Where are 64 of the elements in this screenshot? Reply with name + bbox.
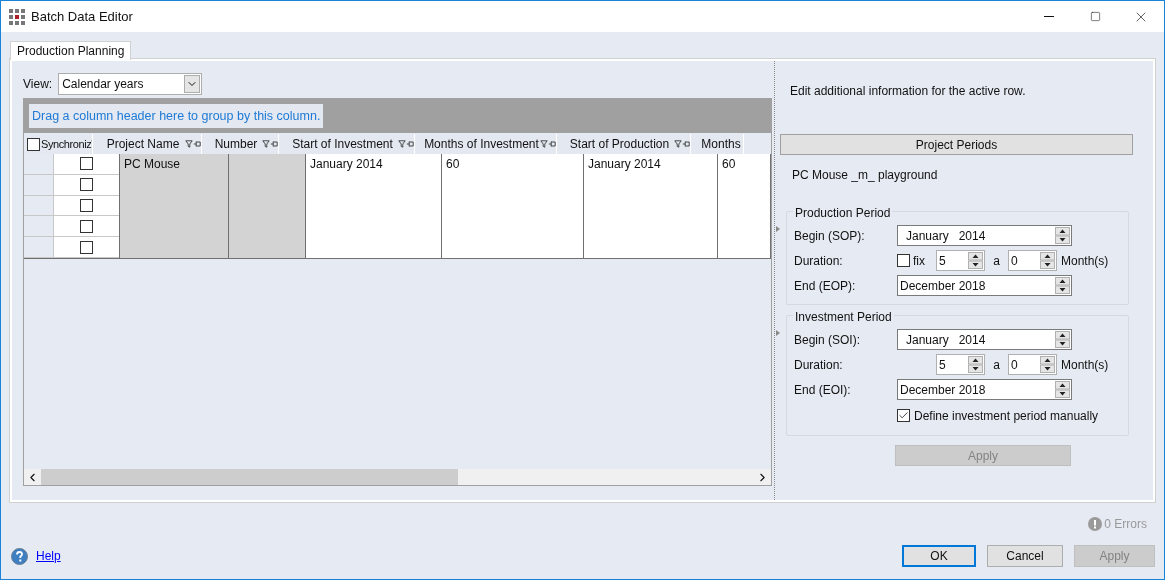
date-spin-field[interactable]: January 2014 <box>897 329 1072 350</box>
spin-arrows-icon[interactable] <box>1055 381 1070 398</box>
minimize-icon <box>1044 16 1054 17</box>
project-label: PC Mouse _m_ playground <box>792 167 939 184</box>
unit-label: Month(s) <box>1061 252 1109 270</box>
view-label: View: <box>23 76 53 93</box>
unit-label: a <box>992 252 1001 270</box>
spin-arrows-icon[interactable] <box>1040 252 1055 269</box>
checkbox[interactable] <box>80 157 94 171</box>
filter-pin-icon[interactable] <box>674 139 690 149</box>
checkbox[interactable] <box>80 219 94 233</box>
error-icon <box>1088 517 1103 531</box>
spin-arrows-icon[interactable] <box>1040 356 1055 373</box>
maximize-icon <box>1089 11 1101 22</box>
date-spin-field[interactable]: December 2018 <box>897 379 1072 400</box>
checkbox-label: Define investment period manually <box>914 407 1099 425</box>
number-spin-field[interactable]: 5 <box>936 354 985 375</box>
dialog-button[interactable]: OK <box>902 545 976 567</box>
select-all-checkbox[interactable] <box>27 137 40 151</box>
spin-arrows-icon[interactable] <box>968 356 983 373</box>
field-label: Duration: <box>794 252 844 270</box>
help-link[interactable]: Help <box>36 547 61 565</box>
error-count: 0 Errors <box>1104 516 1147 533</box>
filter-pin-icon[interactable] <box>398 139 414 149</box>
spin-arrows-icon[interactable] <box>1055 277 1070 294</box>
window-title: Batch Data Editor <box>31 7 133 26</box>
app-grid-icon <box>9 8 25 25</box>
spin-arrows-icon[interactable] <box>1055 331 1070 348</box>
checkbox[interactable] <box>897 254 910 267</box>
number-spin-field[interactable]: 0 <box>1008 250 1057 271</box>
field-label: Begin (SOP): <box>794 227 866 245</box>
checkbox[interactable] <box>80 178 94 192</box>
tab[interactable]: Production Planning <box>10 41 132 60</box>
section-button[interactable]: Project Periods <box>780 134 1133 155</box>
field-label: End (EOI): <box>794 381 852 399</box>
help-icon[interactable] <box>11 547 28 565</box>
number-spin-field[interactable]: 5 <box>936 250 985 271</box>
field-label: Duration: <box>794 356 844 374</box>
checkbox-label: fix <box>913 252 925 270</box>
checkbox[interactable] <box>897 409 910 422</box>
dialog-button[interactable]: Cancel <box>987 545 1063 567</box>
checkbox[interactable] <box>80 199 94 212</box>
filter-pin-icon[interactable] <box>540 139 556 149</box>
filter-pin-icon[interactable] <box>185 139 201 149</box>
column-header[interactable]: Synchroniz <box>26 134 93 154</box>
date-spin-field[interactable]: December 2018 <box>897 275 1072 296</box>
splitter-arrow-icon[interactable] <box>775 225 780 232</box>
field-label: Begin (SOI): <box>794 331 862 349</box>
checkbox[interactable] <box>80 240 94 254</box>
date-spin-field[interactable]: January 2014 <box>897 225 1072 246</box>
filter-pin-icon[interactable] <box>262 139 278 149</box>
view-dropdown[interactable]: Calendar years <box>58 73 203 95</box>
group-hint: Drag a column header here to group by this column. <box>29 104 324 128</box>
horizontal-scrollbar[interactable] <box>24 469 771 485</box>
unit-label: a <box>992 356 1001 374</box>
table-cell: PC Mouse <box>120 154 229 258</box>
spin-arrows-icon[interactable] <box>968 252 983 269</box>
splitter-arrow-icon[interactable] <box>775 329 780 336</box>
unit-label: Month(s) <box>1061 356 1109 374</box>
number-spin-field[interactable]: 0 <box>1008 354 1057 375</box>
field-label: End (EOP): <box>794 277 857 295</box>
spin-arrows-icon[interactable] <box>1055 227 1070 244</box>
info-text: Edit additional information for the active row. <box>790 83 1027 100</box>
scrollbar-thumb[interactable] <box>41 469 458 485</box>
